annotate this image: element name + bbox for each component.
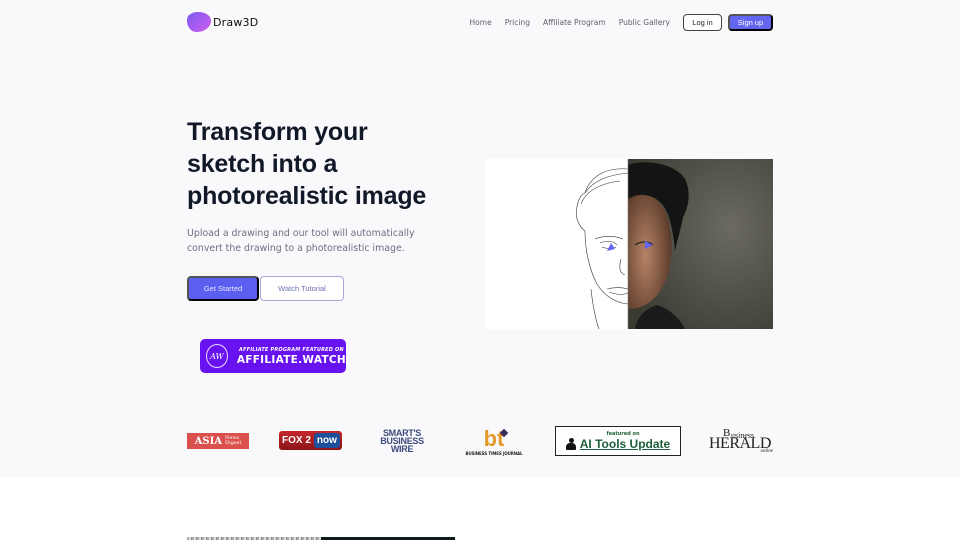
sketch-half <box>485 159 628 329</box>
aw-monogram-icon: AW <box>206 344 228 368</box>
press-logo-business-times-journal[interactable]: bt BUSINESS TIMES JOURNAL <box>462 426 526 458</box>
asia-logo-small: News Digest <box>225 436 241 446</box>
hero-comparison-image <box>485 159 773 329</box>
hero-subtitle: Upload a drawing and our tool will autom… <box>187 228 415 254</box>
affiliate-watch-badge[interactable]: AW AFFILIATE PROGRAM FEATURED ON AFFILIA… <box>200 339 346 373</box>
press-logos: ASIA News Digest FOX 2 now SMART'S BUSIN… <box>187 424 773 458</box>
sketch-photo-illustration <box>485 159 773 329</box>
aitools-row: AI Tools Update <box>565 437 671 451</box>
logo-blob-icon <box>187 12 211 32</box>
press-logo-ai-tools-update[interactable]: featured on AI Tools Update <box>555 426 681 456</box>
asia-logo-digest: Digest <box>225 440 242 446</box>
aitools-main-text: AI Tools Update <box>579 437 671 451</box>
aw-badge-top-line: AFFILIATE PROGRAM FEATURED ON <box>238 346 344 353</box>
signup-button[interactable]: Sign up <box>728 13 773 31</box>
btj-logo-caption: BUSINESS TIMES JOURNAL <box>465 451 523 456</box>
press-logo-smarts-business-wire[interactable]: SMART'S BUSINESS WIRE <box>371 427 433 455</box>
asia-logo-main: ASIA <box>194 435 223 447</box>
brand-name: Draw3D <box>213 15 259 29</box>
fox-logo-main: FOX 2 <box>282 435 311 446</box>
press-logo-asia-news-digest[interactable]: ASIA News Digest <box>187 433 249 449</box>
login-button[interactable]: Log in <box>683 13 722 31</box>
press-logo-fox2now[interactable]: FOX 2 now <box>279 431 342 450</box>
btj-logo-mark-icon: bt <box>483 426 505 451</box>
nav-link-affiliate-program[interactable]: Affiliate Program <box>543 18 606 27</box>
hero-title: Transform your sketch into a photorealis… <box>187 118 427 210</box>
smart-logo-line3: WIRE <box>390 444 414 454</box>
nav-links: Home Pricing Affiliate Program Public Ga… <box>470 13 773 31</box>
nav-link-public-gallery[interactable]: Public Gallery <box>619 18 670 27</box>
hero-background <box>0 0 960 477</box>
fox-logo-now: now <box>313 433 340 448</box>
watch-tutorial-button[interactable]: Watch Tutorial <box>260 276 344 301</box>
aw-badge-text: AFFILIATE PROGRAM FEATURED ON AFFILIATE.… <box>237 347 346 366</box>
nav-link-pricing[interactable]: Pricing <box>505 18 530 27</box>
person-icon <box>565 438 576 450</box>
top-navigation: Draw3D Home Pricing Affiliate Program Pu… <box>187 10 773 34</box>
get-started-button[interactable]: Get Started <box>187 276 259 301</box>
nav-link-home[interactable]: Home <box>470 18 492 27</box>
press-logo-business-herald[interactable]: B usiness HERALD online <box>709 425 773 457</box>
herald-logo-online: online <box>760 449 774 454</box>
brand-logo[interactable]: Draw3D <box>187 12 258 32</box>
aw-badge-main-line: AFFILIATE.WATCH <box>236 353 346 366</box>
